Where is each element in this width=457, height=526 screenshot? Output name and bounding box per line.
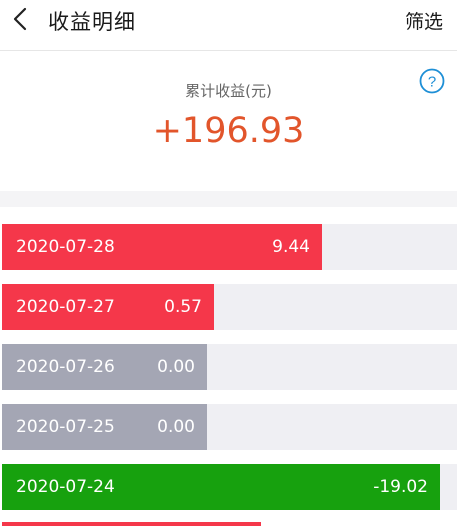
earnings-row[interactable]: 2020-07-27 0.57 bbox=[2, 284, 457, 330]
row-date: 2020-07-25 bbox=[16, 417, 115, 437]
earnings-bar: 2020-07-25 0.00 bbox=[2, 404, 207, 450]
section-divider bbox=[0, 191, 457, 207]
total-earnings-label: 累计收益(元) bbox=[185, 82, 272, 100]
earnings-row[interactable]: 2020-07-25 0.00 bbox=[2, 404, 457, 450]
earnings-list: 2020-07-28 9.44 2020-07-27 0.57 2020-07-… bbox=[0, 207, 457, 526]
row-date: 2020-07-24 bbox=[16, 477, 115, 497]
earnings-bar: 2020-07-27 0.57 bbox=[2, 284, 214, 330]
total-earnings-value: +196.93 bbox=[152, 111, 305, 151]
row-date: 2020-07-28 bbox=[16, 237, 115, 257]
row-date: 2020-07-27 bbox=[16, 297, 115, 317]
earnings-bar: 2020-07-28 9.44 bbox=[2, 224, 322, 270]
row-amount: 0.00 bbox=[157, 357, 195, 377]
earnings-row[interactable]: 2020-07-26 0.00 bbox=[2, 344, 457, 390]
earnings-bar: 2020-07-26 0.00 bbox=[2, 344, 207, 390]
row-amount: 0.57 bbox=[164, 297, 202, 317]
back-button[interactable] bbox=[10, 7, 32, 31]
row-amount: 9.44 bbox=[272, 237, 310, 257]
row-amount: -19.02 bbox=[373, 477, 428, 497]
row-date: 2020-07-26 bbox=[16, 357, 115, 377]
earnings-bar: 2020-07-24 -19.02 bbox=[2, 464, 440, 510]
earnings-row[interactable]: 2020-07-24 -19.02 bbox=[2, 464, 457, 510]
question-circle-icon: ? bbox=[419, 68, 445, 94]
earnings-summary: 累计收益(元) +196.93 ? bbox=[0, 51, 457, 191]
filter-button[interactable]: 筛选 bbox=[405, 7, 443, 34]
chevron-left-icon bbox=[13, 7, 27, 31]
row-amount: 0.00 bbox=[157, 417, 195, 437]
svg-text:?: ? bbox=[428, 74, 436, 91]
help-button[interactable]: ? bbox=[419, 68, 445, 94]
top-bar: 收益明细 筛选 bbox=[0, 0, 457, 51]
next-row-peek bbox=[2, 522, 261, 526]
page-title: 收益明细 bbox=[48, 10, 136, 34]
earnings-row[interactable]: 2020-07-28 9.44 bbox=[2, 224, 457, 270]
